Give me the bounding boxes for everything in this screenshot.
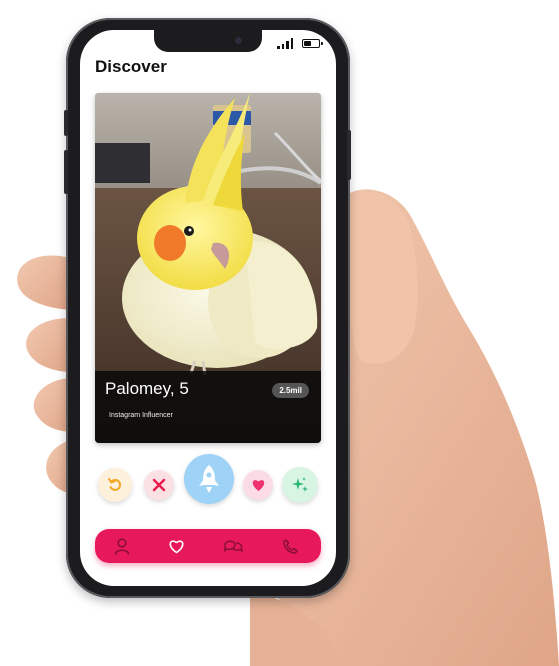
distance-badge: 2.5mil [272, 383, 309, 398]
sparkle-icon [292, 477, 308, 492]
profile-bio: Instagram Influencer [109, 412, 173, 419]
profile-card[interactable]: Palomey, 5 2.5mil Instagram Influencer [95, 93, 321, 443]
undo-button[interactable] [98, 468, 132, 502]
close-icon [152, 478, 166, 492]
signal-icon [277, 38, 293, 49]
like-button[interactable] [243, 470, 273, 500]
profile-info-panel: Palomey, 5 2.5mil Instagram Influencer [95, 371, 321, 443]
heart-icon [169, 539, 183, 553]
super-like-button[interactable] [282, 467, 318, 503]
nav-profile[interactable] [112, 537, 132, 555]
status-bar [277, 38, 323, 49]
profile-name-age: Palomey, 5 [105, 379, 189, 398]
page-title: Discover [95, 57, 167, 76]
profile-icon [114, 537, 130, 555]
heart-icon [252, 480, 264, 491]
phone-screen: Discover Palomey, 5 2.5mil Instagram Inf… [80, 30, 336, 586]
battery-icon [302, 39, 323, 48]
chat-icon [223, 540, 243, 552]
phone-icon [282, 538, 298, 554]
rocket-icon [199, 465, 219, 493]
nav-call[interactable] [280, 537, 300, 555]
boost-button[interactable] [184, 454, 234, 504]
nav-likes[interactable] [166, 537, 186, 555]
bottom-nav [95, 529, 321, 563]
volume-button [64, 110, 68, 136]
volume-button [64, 150, 68, 194]
undo-icon [108, 478, 122, 491]
side-button [347, 130, 351, 180]
nav-chat[interactable] [223, 537, 243, 555]
notch [154, 30, 262, 52]
camera [235, 37, 242, 44]
dislike-button[interactable] [144, 470, 174, 500]
